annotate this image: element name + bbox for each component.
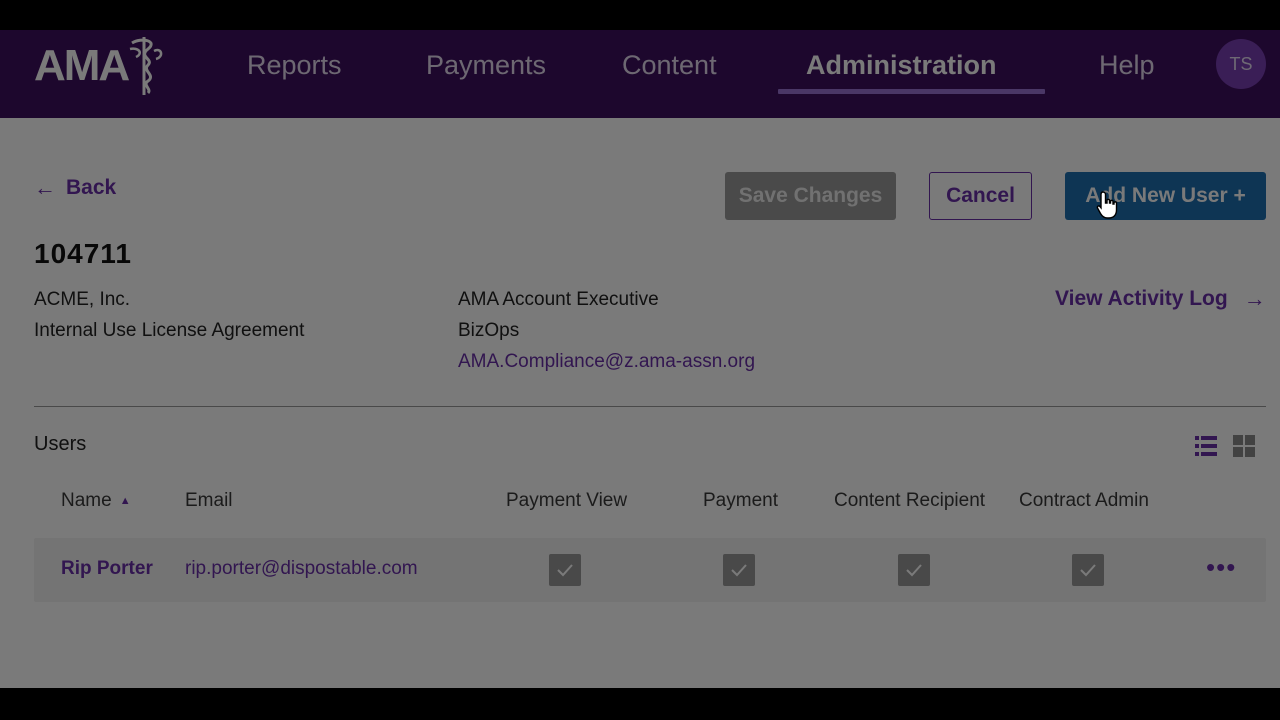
- table-row: Rip Porter rip.porter@dispostable.com ••…: [34, 538, 1266, 602]
- activity-log-label: View Activity Log: [1055, 287, 1228, 310]
- save-changes-button[interactable]: Save Changes: [725, 172, 896, 220]
- column-header-payment[interactable]: Payment: [703, 490, 778, 512]
- arrow-right-icon: →: [1243, 286, 1266, 311]
- company-name: ACME, Inc.: [34, 289, 131, 310]
- user-avatar[interactable]: TS: [1216, 39, 1266, 89]
- active-nav-indicator: [778, 89, 1045, 94]
- app-window: AMA Reports Payments Content Administrat…: [0, 30, 1280, 688]
- hand-cursor-icon: [1096, 191, 1118, 219]
- account-executive-details: AMA Account Executive BizOps AMA.Complia…: [458, 284, 755, 377]
- column-header-payment-view[interactable]: Payment View: [506, 490, 627, 512]
- list-view-icon[interactable]: [1194, 434, 1218, 458]
- account-executive-label: AMA Account Executive: [458, 289, 659, 310]
- avatar-initials: TS: [1229, 53, 1253, 74]
- user-email-link[interactable]: rip.porter@dispostable.com: [185, 558, 418, 580]
- arrow-left-icon: ←: [34, 175, 56, 200]
- logo-text: AMA: [34, 41, 130, 90]
- content-recipient-checkbox[interactable]: [898, 554, 930, 586]
- account-executive-email[interactable]: AMA.Compliance@z.ama-assn.org: [458, 346, 755, 377]
- check-icon: [1080, 564, 1096, 577]
- screen-frame: AMA Reports Payments Content Administrat…: [0, 0, 1280, 720]
- agreement-type: Internal Use License Agreement: [34, 320, 305, 341]
- payment-checkbox[interactable]: [723, 554, 755, 586]
- column-header-content-recipient[interactable]: Content Recipient: [834, 490, 985, 512]
- view-activity-log-link[interactable]: View Activity Log →: [1055, 286, 1266, 312]
- column-header-name[interactable]: Name ▲: [61, 490, 131, 512]
- column-header-name-label: Name: [61, 490, 112, 511]
- nav-help[interactable]: Help: [1099, 48, 1155, 82]
- account-details: ACME, Inc. Internal Use License Agreemen…: [34, 284, 304, 346]
- column-header-contract-admin[interactable]: Contract Admin: [1019, 490, 1149, 512]
- nav-reports[interactable]: Reports: [247, 48, 342, 82]
- nav-administration[interactable]: Administration: [806, 48, 997, 82]
- more-icon[interactable]: •••: [1206, 552, 1236, 582]
- user-name-link[interactable]: Rip Porter: [61, 558, 153, 580]
- top-nav-bar: AMA Reports Payments Content Administrat…: [0, 30, 1280, 118]
- nav-payments[interactable]: Payments: [426, 48, 546, 82]
- check-icon: [731, 564, 747, 577]
- grid-view-icon[interactable]: [1232, 434, 1256, 458]
- payment-view-checkbox[interactable]: [549, 554, 581, 586]
- back-link[interactable]: ← Back: [34, 175, 116, 201]
- check-icon: [906, 564, 922, 577]
- back-label: Back: [66, 176, 117, 199]
- contract-admin-checkbox[interactable]: [1072, 554, 1104, 586]
- users-section-title: Users: [34, 433, 87, 455]
- column-header-email[interactable]: Email: [185, 490, 233, 512]
- account-executive-team: BizOps: [458, 320, 520, 341]
- cancel-button[interactable]: Cancel: [929, 172, 1032, 220]
- section-divider: [34, 406, 1266, 407]
- check-icon: [557, 564, 573, 577]
- caduceus-icon: [129, 37, 163, 95]
- sort-asc-icon: ▲: [119, 494, 131, 507]
- account-id: 104711: [34, 238, 132, 269]
- nav-content[interactable]: Content: [622, 48, 717, 82]
- ama-logo[interactable]: AMA: [34, 36, 166, 96]
